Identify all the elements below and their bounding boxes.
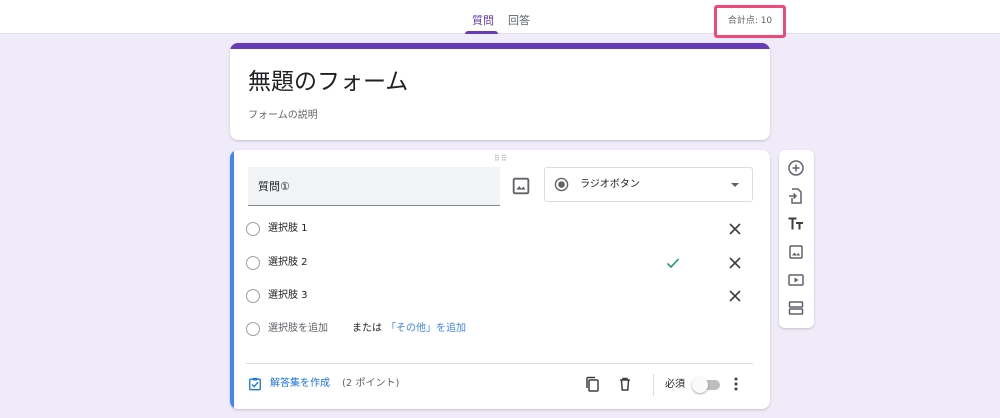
side-toolbar	[779, 150, 814, 328]
add-title-icon[interactable]	[787, 215, 805, 233]
question-type-label: ラジオボタン	[580, 179, 640, 190]
toggle-knob	[692, 377, 708, 393]
form-title[interactable]: 無題のフォーム	[248, 62, 408, 96]
insert-image-icon[interactable]	[510, 175, 532, 197]
correct-answer-check-icon	[666, 258, 680, 269]
close-icon[interactable]	[728, 222, 742, 236]
import-questions-icon[interactable]	[787, 187, 805, 205]
drag-handle-icon[interactable]: ⠿⠿	[494, 154, 508, 163]
or-text: または	[352, 323, 382, 334]
form-description[interactable]: フォームの説明	[248, 106, 318, 121]
required-label: 必須	[665, 379, 685, 390]
add-option-button[interactable]: 選択肢を追加	[268, 319, 328, 339]
option-row[interactable]: 選択肢 2	[246, 253, 756, 273]
add-image-icon[interactable]	[787, 243, 805, 261]
chevron-down-icon	[731, 183, 739, 187]
tab-active-indicator	[465, 31, 498, 34]
answer-key-icon	[249, 377, 261, 391]
option-label[interactable]: 選択肢 1	[268, 219, 308, 239]
option-label[interactable]: 選択肢 3	[268, 286, 308, 306]
question-type-select[interactable]: ラジオボタン	[544, 167, 753, 202]
footer-divider	[246, 363, 753, 364]
more-options-icon[interactable]	[730, 376, 742, 392]
top-bar: 質問 回答	[0, 0, 1000, 34]
trash-icon[interactable]	[617, 376, 633, 392]
close-icon[interactable]	[728, 256, 742, 270]
add-video-icon[interactable]	[787, 271, 805, 289]
question-card: ⠿⠿ 質問① ラジオボタン 選択肢 1 選択肢 2 選択肢 3 選択肢を追加 ま…	[230, 150, 770, 409]
points-label: (2 ポイント)	[342, 378, 400, 389]
radio-circle-icon	[246, 289, 260, 303]
footer-separator	[653, 374, 654, 396]
total-points-badge: 合計点: 10	[714, 5, 786, 38]
tab-responses[interactable]: 回答	[508, 0, 530, 34]
tab-questions[interactable]: 質問	[472, 0, 494, 34]
radio-circle-icon	[246, 322, 260, 336]
add-section-icon[interactable]	[787, 299, 805, 317]
option-row[interactable]: 選択肢 1	[246, 219, 756, 239]
radio-button-icon	[554, 177, 569, 192]
add-option-row: 選択肢を追加 または 「その他」を追加	[246, 319, 756, 339]
duplicate-icon[interactable]	[584, 376, 600, 392]
radio-circle-icon	[246, 222, 260, 236]
radio-circle-icon	[246, 256, 260, 270]
question-title-input[interactable]: 質問①	[248, 167, 500, 206]
required-toggle[interactable]	[692, 377, 720, 393]
option-label[interactable]: 選択肢 2	[268, 253, 308, 273]
title-card-accent	[230, 43, 770, 49]
close-icon[interactable]	[728, 289, 742, 303]
add-question-icon[interactable]	[787, 159, 805, 177]
add-other-link[interactable]: 「その他」を追加	[386, 319, 466, 339]
active-card-indicator	[230, 150, 234, 409]
answer-key-label: 解答集を作成	[270, 378, 330, 389]
option-row[interactable]: 選択肢 3	[246, 286, 756, 306]
